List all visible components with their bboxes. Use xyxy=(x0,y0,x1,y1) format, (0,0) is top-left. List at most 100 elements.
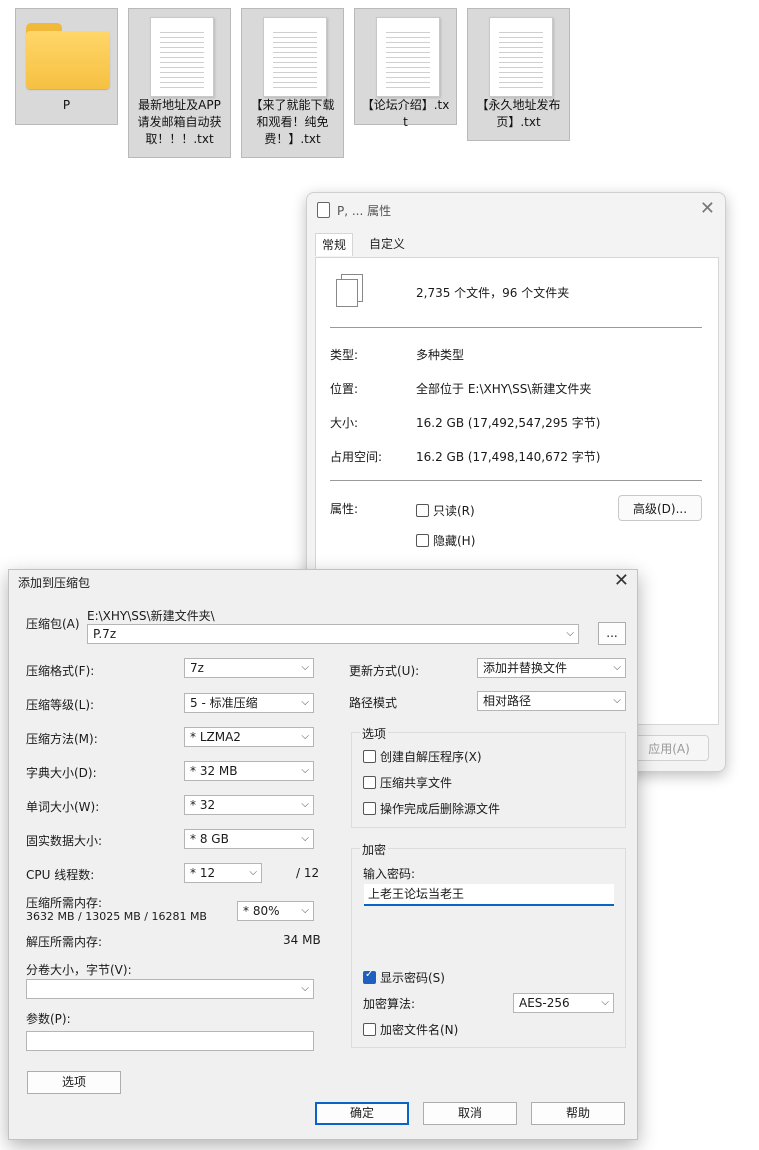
file-name: 【永久地址发布页】.txt xyxy=(476,98,561,129)
file-item-txt[interactable]: 【永久地址发布页】.txt xyxy=(467,8,570,141)
ok-button[interactable]: 确定 xyxy=(315,1102,409,1125)
file-item-txt[interactable]: 【来了就能下载和观看！纯免费！】.txt xyxy=(241,8,344,158)
close-icon[interactable]: ✕ xyxy=(700,198,715,219)
dict-select[interactable]: * 32 MB ⌵ xyxy=(184,761,314,781)
advanced-button[interactable]: 高级(D)... xyxy=(618,495,702,521)
chevron-down-icon: ⌵ xyxy=(301,799,309,810)
format-select[interactable]: 7z ⌵ xyxy=(184,658,314,678)
word-label: 单词大小(W): xyxy=(26,800,100,814)
file-name: 【论坛介绍】.txt xyxy=(361,98,450,129)
sfx-checkbox[interactable]: 创建自解压程序(X) xyxy=(363,748,482,765)
dialog-title: 添加到压缩包 xyxy=(18,576,91,590)
checkbox-icon xyxy=(363,802,376,815)
window-title: P, ... 属性 xyxy=(337,204,392,218)
browse-button[interactable]: ... xyxy=(598,622,626,645)
word-select[interactable]: * 32 ⌵ xyxy=(184,795,314,815)
mem-compress-label: 压缩所需内存: xyxy=(26,896,103,910)
path-mode-value: 相对路径 xyxy=(483,694,532,708)
hidden-label: 隐藏(H) xyxy=(433,534,476,548)
method-value: * LZMA2 xyxy=(190,730,241,744)
dict-value: * 32 MB xyxy=(190,764,238,778)
multi-file-icon xyxy=(336,274,363,307)
threads-label: CPU 线程数: xyxy=(26,868,95,882)
show-password-label: 显示密码(S) xyxy=(380,971,445,985)
apply-button[interactable]: 应用(A) xyxy=(629,735,709,761)
chevron-down-icon[interactable]: ⌵ xyxy=(301,980,309,998)
split-label: 分卷大小，字节(V): xyxy=(26,963,132,977)
tab-general[interactable]: 常规 xyxy=(315,233,354,256)
divider xyxy=(330,480,702,481)
encryption-group-title: 加密 xyxy=(360,841,389,858)
file-icon xyxy=(317,202,330,218)
level-select[interactable]: 5 - 标准压缩 ⌵ xyxy=(184,693,314,713)
size-label: 大小: xyxy=(330,416,359,430)
options-group-title: 选项 xyxy=(360,725,389,742)
readonly-checkbox[interactable]: 只读(R) xyxy=(416,502,475,519)
close-icon[interactable]: ✕ xyxy=(614,570,629,591)
path-mode-label: 路径模式 xyxy=(349,696,398,710)
checkbox-icon xyxy=(416,534,429,547)
update-label: 更新方式(U): xyxy=(349,664,420,678)
divider xyxy=(330,327,702,328)
password-label: 输入密码: xyxy=(363,867,416,881)
cancel-button[interactable]: 取消 xyxy=(423,1102,517,1125)
size-value: 16.2 GB (17,492,547,295 字节) xyxy=(416,416,601,430)
help-button[interactable]: 帮助 xyxy=(531,1102,625,1125)
encrypt-names-label: 加密文件名(N) xyxy=(380,1023,459,1037)
mem-decompress-label: 解压所需内存: xyxy=(26,935,103,949)
folder-item-p[interactable]: P xyxy=(15,8,118,125)
params-input[interactable] xyxy=(26,1031,314,1051)
solid-select[interactable]: * 8 GB ⌵ xyxy=(184,829,314,849)
chevron-down-icon: ⌵ xyxy=(301,905,309,916)
show-password-checkbox[interactable]: 显示密码(S) xyxy=(363,969,445,986)
tab-custom[interactable]: 自定义 xyxy=(363,233,411,255)
chevron-down-icon: ⌵ xyxy=(249,867,257,878)
enc-method-select[interactable]: AES-256 ⌵ xyxy=(513,993,614,1013)
password-input[interactable]: 上老王论坛当老王 xyxy=(364,884,614,906)
solid-value: * 8 GB xyxy=(190,832,229,846)
disk-size-value: 16.2 GB (17,498,140,672 字节) xyxy=(416,450,601,464)
archive-name-combobox[interactable]: P.7z ⌵ xyxy=(87,624,579,644)
mem-percent-select[interactable]: * 80% ⌵ xyxy=(237,901,314,921)
threads-max: / 12 xyxy=(296,866,320,880)
update-value: 添加并替换文件 xyxy=(483,661,568,675)
folder-icon xyxy=(26,23,110,89)
threads-select[interactable]: * 12 ⌵ xyxy=(184,863,262,883)
file-item-txt[interactable]: 最新地址及APP请发邮箱自动获取！！！.txt xyxy=(128,8,231,158)
checkbox-icon xyxy=(363,1023,376,1036)
checkbox-icon xyxy=(416,504,429,517)
method-label: 压缩方法(M): xyxy=(26,732,98,746)
chevron-down-icon: ⌵ xyxy=(601,997,609,1008)
level-label: 压缩等级(L): xyxy=(26,698,95,712)
file-name: 最新地址及APP请发邮箱自动获取！！！.txt xyxy=(137,98,222,146)
hidden-checkbox[interactable]: 隐藏(H) xyxy=(416,532,475,549)
chevron-down-icon: ⌵ xyxy=(301,833,309,844)
chevron-down-icon: ⌵ xyxy=(301,731,309,742)
chevron-down-icon: ⌵ xyxy=(301,662,309,673)
split-size-combobox[interactable]: ⌵ xyxy=(26,979,314,999)
solid-label: 固实数据大小: xyxy=(26,834,103,848)
file-name: P xyxy=(62,98,71,112)
disk-size-label: 占用空间: xyxy=(330,450,383,464)
shared-files-checkbox[interactable]: 压缩共享文件 xyxy=(363,774,452,791)
text-file-icon xyxy=(150,17,214,97)
file-name: 【来了就能下载和观看！纯免费！】.txt xyxy=(250,98,335,146)
encrypt-names-checkbox[interactable]: 加密文件名(N) xyxy=(363,1021,458,1038)
chevron-down-icon[interactable]: ⌵ xyxy=(566,625,574,643)
attributes-label: 属性: xyxy=(330,502,359,516)
update-select[interactable]: 添加并替换文件 ⌵ xyxy=(477,658,626,678)
params-label: 参数(P): xyxy=(26,1012,71,1026)
path-mode-select[interactable]: 相对路径 ⌵ xyxy=(477,691,626,711)
location-value: 全部位于 E:\XHY\SS\新建文件夹 xyxy=(416,382,592,396)
level-value: 5 - 标准压缩 xyxy=(190,696,258,710)
title-bar: P, ... 属性 ✕ xyxy=(307,193,725,225)
method-select[interactable]: * LZMA2 ⌵ xyxy=(184,727,314,747)
file-item-txt[interactable]: 【论坛介绍】.txt xyxy=(354,8,457,129)
options-button[interactable]: 选项 xyxy=(27,1071,121,1094)
delete-after-checkbox[interactable]: 操作完成后删除源文件 xyxy=(363,800,500,817)
text-file-icon xyxy=(263,17,327,97)
file-count: 2,735 个文件，96 个文件夹 xyxy=(416,286,570,300)
mem-decompress-value: 34 MB xyxy=(283,933,321,947)
shared-label: 压缩共享文件 xyxy=(380,776,453,790)
archive-label: 压缩包(A) xyxy=(26,617,80,631)
